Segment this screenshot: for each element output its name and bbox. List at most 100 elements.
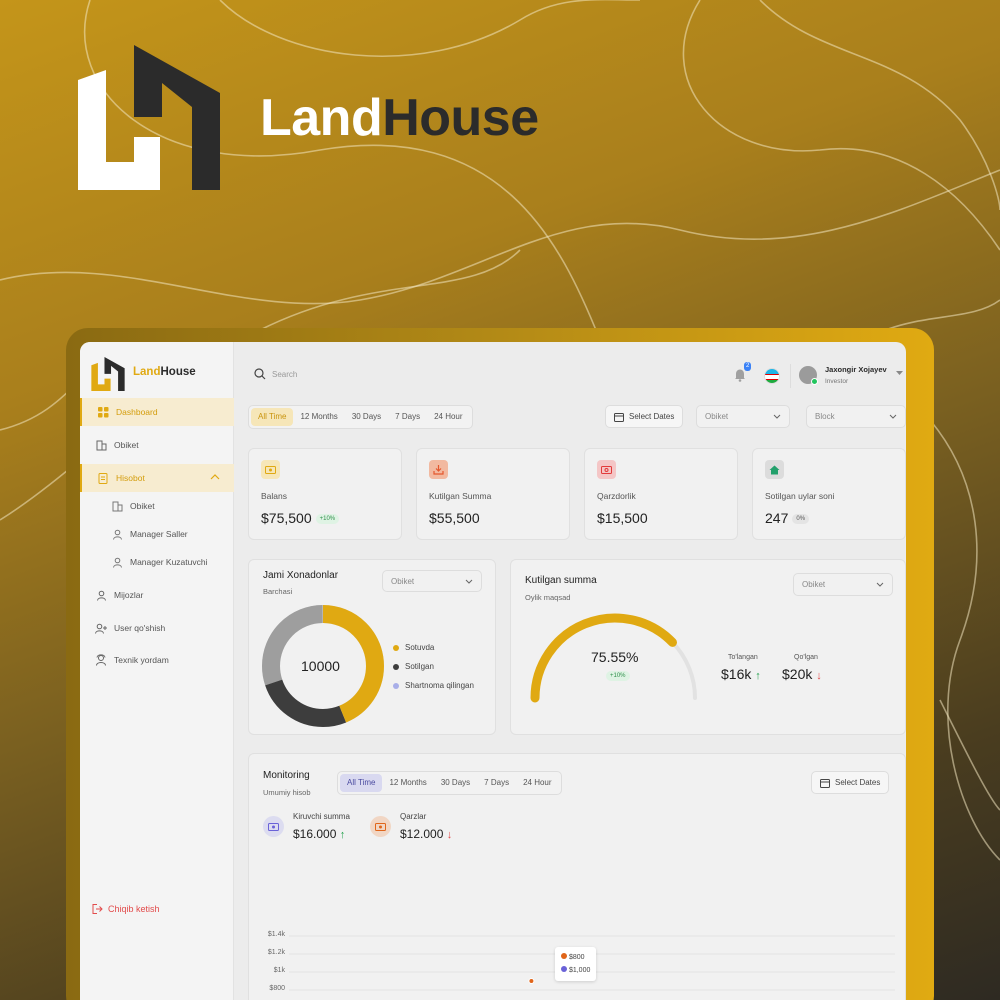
sidebar-subitem-manager-saller[interactable]: Manager Saller: [80, 520, 234, 548]
gauge-title: Kutilgan summa: [525, 575, 597, 586]
house-icon: [765, 460, 784, 479]
app-screen: LandHouse Dashboard Obiket Hisobot Obike…: [80, 342, 906, 1000]
landhouse-logo: [78, 45, 220, 190]
chevron-up-icon[interactable]: [210, 473, 220, 480]
chevron-down-icon: [773, 414, 781, 419]
monitoring-title: Monitoring: [263, 770, 310, 781]
user-icon: [111, 528, 123, 540]
legend-item: Sotuvda: [393, 643, 434, 652]
income-value: $16.000 ↑: [293, 827, 346, 841]
tab-30-days[interactable]: 30 Days: [434, 774, 477, 792]
donut-obiket-select[interactable]: Obiket: [382, 570, 482, 592]
y-tick-label: $1.4k: [267, 931, 285, 938]
arrow-down-icon: ↓: [446, 829, 453, 841]
kpi-value: $55,500: [429, 510, 480, 526]
income-label: Kiruvchi summa: [293, 812, 350, 821]
debts-label: Qarzlar: [400, 812, 427, 821]
income-money-icon: [263, 816, 284, 837]
sidebar-subitem-obiket[interactable]: Obiket: [80, 492, 234, 520]
kpi-card-kutilgan-summa: Kutilgan Summa $55,500: [416, 448, 570, 540]
kpi-value: $15,500: [597, 510, 648, 526]
tab-24-hour[interactable]: 24 Hour: [516, 774, 558, 792]
tab-7-days[interactable]: 7 Days: [477, 774, 516, 792]
caret-down-icon[interactable]: [896, 371, 903, 376]
sidebar-item-label: Obiket: [130, 501, 155, 511]
notification-badge: 2: [744, 362, 752, 371]
legend-item: Shartnoma qilingan: [393, 681, 474, 690]
donut-select-value: Obiket: [391, 576, 415, 586]
landhouse-logo-small: [91, 357, 125, 391]
header-right: 2 Jaxongir Xojayev Investor: [734, 362, 906, 392]
cash-icon: [597, 460, 616, 479]
arrow-up-icon: ↑: [755, 670, 761, 682]
user-icon: [111, 556, 123, 568]
gauge-obiket-select[interactable]: Obiket: [793, 573, 893, 596]
sidebar-subitem-manager-kuzatuvchi[interactable]: Manager Kuzatuvchi: [80, 548, 234, 576]
tab-all-time[interactable]: All Time: [340, 774, 383, 792]
paid-value: $16k ↑: [721, 666, 761, 682]
sidebar-item-obiket[interactable]: Obiket: [80, 431, 234, 459]
kpi-value: 247 0%: [765, 510, 810, 526]
language-flag-icon[interactable]: [764, 368, 780, 384]
grid-icon: [97, 406, 109, 418]
gauge-badge: +10%: [606, 671, 630, 681]
sidebar: LandHouse Dashboard Obiket Hisobot Obike…: [80, 342, 234, 1000]
monitoring-subtitle: Umumiy hisob: [263, 788, 311, 797]
tab-7-days[interactable]: 7 Days: [388, 408, 427, 426]
tooltip-row: $800: [561, 951, 590, 964]
search-input[interactable]: Search: [254, 368, 297, 380]
logout-button[interactable]: Chiqib ketish: [92, 904, 160, 914]
sidebar-item-user-qoshish[interactable]: User qo'shish: [80, 614, 234, 642]
user-icon: [95, 589, 107, 601]
block-select[interactable]: Block: [806, 405, 906, 428]
debts-money-icon: [370, 816, 391, 837]
donut-card: Jami Xonadonlar Barchasi Obiket 10000 So…: [248, 559, 496, 735]
logout-label: Chiqib ketish: [108, 904, 160, 914]
hover-point: [528, 978, 535, 984]
gauge-card: Kutilgan summa Oylik maqsad Obiket 75.55…: [510, 559, 906, 735]
document-icon: [97, 472, 109, 484]
sidebar-item-texnik-yordam[interactable]: Texnik yordam: [80, 646, 234, 674]
building-icon: [111, 500, 123, 512]
tab-30-days[interactable]: 30 Days: [345, 408, 388, 426]
tab-24-hour[interactable]: 24 Hour: [427, 408, 469, 426]
search-icon: [254, 368, 266, 380]
tab-all-time[interactable]: All Time: [251, 408, 294, 426]
obiket-select[interactable]: Obiket: [696, 405, 790, 428]
select-dates-label: Select Dates: [835, 778, 881, 787]
main-content: Search 2 Jaxongir Xojayev Investor All T…: [234, 342, 906, 1000]
logout-icon: [92, 904, 103, 914]
legend-item: Sotilgan: [393, 662, 434, 671]
sidebar-item-label: User qo'shish: [114, 623, 166, 633]
legend-dot: [393, 682, 399, 689]
gauge-percent: 75.55%: [591, 649, 639, 665]
kpi-card-balans: Balans $75,500 +10%: [248, 448, 402, 540]
arrow-down-icon: ↓: [816, 670, 822, 682]
tab-12-months[interactable]: 12 Months: [382, 774, 433, 792]
sidebar-item-label: Manager Kuzatuvchi: [130, 557, 208, 567]
legend-dot: [393, 663, 399, 670]
sidebar-item-hisobot[interactable]: Hisobot: [80, 464, 234, 492]
sidebar-item-mijozlar[interactable]: Mijozlar: [80, 581, 234, 609]
chevron-down-icon: [889, 414, 897, 419]
tab-12-months[interactable]: 12 Months: [293, 408, 344, 426]
download-icon: [429, 460, 448, 479]
online-status-dot: [811, 378, 818, 385]
kpi-badge: 0%: [792, 514, 810, 525]
user-name: Jaxongir Xojayev: [825, 365, 887, 374]
y-tick-label: $1k: [273, 967, 285, 974]
monitoring-select-dates-button[interactable]: Select Dates: [811, 771, 890, 794]
gauge-subtitle: Oylik maqsad: [525, 593, 571, 602]
gauge-select-value: Obiket: [802, 580, 826, 589]
period-tabs: All Time 12 Months 30 Days 7 Days 24 Hou…: [248, 405, 473, 429]
donut-title: Jami Xonadonlar: [263, 570, 339, 581]
monitoring-card: Monitoring Umumiy hisob All Time 12 Mont…: [248, 753, 906, 1000]
select-dates-button[interactable]: Select Dates: [605, 405, 684, 428]
search-placeholder: Search: [272, 369, 298, 379]
calendar-icon: [820, 778, 830, 788]
arrow-up-icon: ↑: [339, 829, 346, 841]
sidebar-item-dashboard[interactable]: Dashboard: [80, 398, 234, 426]
sidebar-item-label: Obiket: [114, 440, 139, 450]
left-value: $20k ↓: [782, 666, 822, 682]
support-icon: [95, 654, 107, 666]
